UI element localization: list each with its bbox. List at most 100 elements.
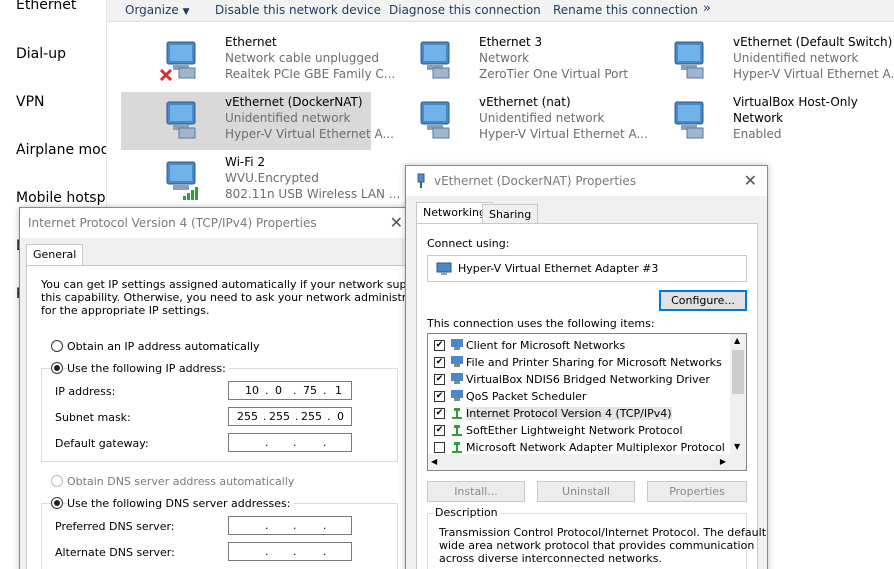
vertical-scrollbar[interactable]: ▲ ▼ <box>730 334 746 455</box>
sidebar-item-ethernet[interactable]: Ethernet <box>16 0 76 13</box>
rename-button[interactable]: Rename this connection <box>553 3 698 17</box>
network-plug-icon <box>417 173 425 188</box>
intro-text: You can get IP settings assigned automat… <box>41 278 435 291</box>
adapter-box: Hyper-V Virtual Ethernet Adapter #3 <box>427 255 747 282</box>
close-icon[interactable]: ✕ <box>744 171 757 190</box>
diagnose-button[interactable]: Diagnose this connection <box>389 3 541 17</box>
disable-device-button[interactable]: Disable this network device <box>215 3 381 17</box>
adapter-name: Ethernet 3 <box>479 35 543 49</box>
auto-ip-label: Obtain an IP address automatically <box>67 340 260 353</box>
manual-dns-radio[interactable] <box>51 497 63 509</box>
sidebar-item-hotspot[interactable]: Mobile hotspo <box>16 190 114 206</box>
general-panel: You can get IP settings assigned automat… <box>26 265 435 569</box>
network-adapter-icon <box>166 101 196 139</box>
list-item[interactable]: ✔ Internet Protocol Version 4 (TCP/IPv4) <box>434 405 724 422</box>
item-label: Internet Protocol Version 4 (TCP/IPv4) <box>466 407 672 420</box>
default-gateway-label: Default gateway: <box>55 437 149 450</box>
adapter-device: Enabled <box>733 127 782 141</box>
subnet-mask-field[interactable]: 255. 255. 255. 0 <box>228 407 352 426</box>
ip-address-label: IP address: <box>55 385 116 398</box>
manual-ip-radio[interactable] <box>51 362 63 374</box>
network-adapter-icon <box>674 41 704 79</box>
auto-ip-radio[interactable] <box>51 340 63 352</box>
adapter-status: Unidentified network <box>479 111 605 125</box>
auto-dns-radio[interactable] <box>51 475 63 487</box>
chevron-left-icon[interactable]: ◀ <box>431 457 437 466</box>
intro-text: for the appropriate IP settings. <box>41 304 210 317</box>
adapter-name: vEthernet (Default Switch) <box>733 35 893 49</box>
command-bar: Organize ▼ Disable this network device D… <box>107 0 894 22</box>
dialog-title: Internet Protocol Version 4 (TCP/IPv4) P… <box>28 216 317 230</box>
item-checkbox[interactable]: ✔ <box>434 374 445 385</box>
item-label: Client for Microsoft Networks <box>466 339 626 352</box>
wifi-adapter-icon <box>166 161 198 200</box>
item-label: Microsoft Network Adapter Multiplexor Pr… <box>466 441 725 454</box>
more-commands-button[interactable]: » <box>703 1 711 16</box>
ipv4-properties-dialog: Internet Protocol Version 4 (TCP/IPv4) P… <box>19 207 435 569</box>
adapter-name: VirtualBox Host-Only <box>733 95 858 109</box>
uninstall-button[interactable]: Uninstall <box>537 481 635 502</box>
tab-general[interactable]: General <box>26 244 84 266</box>
install-button[interactable]: Install... <box>427 481 525 502</box>
list-item[interactable]: ✔ QoS Packet Scheduler <box>434 388 724 405</box>
alternate-dns-field[interactable]: . . . <box>228 542 352 561</box>
adapter-ethernet[interactable]: Ethernet Network cable unplugged Realtek… <box>121 32 395 90</box>
items-label: This connection uses the following items… <box>427 317 655 330</box>
service-icon <box>451 390 463 401</box>
tab-sharing[interactable]: Sharing <box>482 204 539 224</box>
item-checkbox[interactable]: ✔ <box>434 425 445 436</box>
service-icon <box>451 373 463 384</box>
protocol-icon <box>452 425 462 436</box>
protocol-icon <box>452 442 462 453</box>
manual-ip-label: Use the following IP address: <box>67 362 229 375</box>
horizontal-scrollbar[interactable]: ◀ ▶ <box>428 454 746 470</box>
chevron-down-icon[interactable]: ▼ <box>734 442 740 451</box>
networking-panel: Connect using: Hyper-V Virtual Ethernet … <box>416 223 766 569</box>
organize-button[interactable]: Organize ▼ <box>125 3 190 17</box>
description-label: Description <box>433 506 500 519</box>
dialog-titlebar: Internet Protocol Version 4 (TCP/IPv4) P… <box>20 208 413 238</box>
adapter-name: Hyper-V Virtual Ethernet Adapter #3 <box>458 262 659 275</box>
list-item[interactable]: ✔ Client for Microsoft Networks <box>434 337 724 354</box>
list-item[interactable]: ✔ SoftEther Lightweight Network Protocol <box>434 422 724 439</box>
description-text: Transmission Control Protocol/Internet P… <box>439 526 767 539</box>
item-checkbox[interactable]: ✔ <box>434 391 445 402</box>
adapter-vethernet-nat[interactable]: vEthernet (nat) Unidentified network Hyp… <box>375 92 648 150</box>
adapter-wifi-2[interactable]: Wi-Fi 2 WVU.Encrypted 802.11n USB Wirele… <box>121 152 400 210</box>
dialog-titlebar: vEthernet (DockerNAT) Properties ✕ <box>406 166 767 196</box>
adapter-status: Network <box>733 111 784 125</box>
list-item[interactable]: ✔ File and Printer Sharing for Microsoft… <box>434 354 724 371</box>
adapter-status: Network cable unplugged <box>225 51 380 65</box>
ip-address-field[interactable]: 10. 0. 75. 1 <box>228 381 352 400</box>
connect-using-label: Connect using: <box>427 237 510 250</box>
item-checkbox[interactable]: ✔ <box>434 408 445 419</box>
close-icon[interactable]: ✕ <box>390 213 403 232</box>
adapter-name: Ethernet <box>225 35 277 49</box>
scrollbar-thumb[interactable] <box>732 350 744 394</box>
adapter-name: Wi-Fi 2 <box>225 155 266 169</box>
preferred-dns-field[interactable]: . . . <box>228 516 352 535</box>
list-item[interactable]: ✔ VirtualBox NDIS6 Bridged Networking Dr… <box>434 371 724 388</box>
adapter-name: vEthernet (nat) <box>479 95 571 109</box>
properties-button[interactable]: Properties <box>647 481 747 502</box>
adapter-status: WVU.Encrypted <box>225 171 319 185</box>
adapter-vethernet-dockernat[interactable]: vEthernet (DockerNAT) Unidentified netwo… <box>121 92 394 150</box>
adapter-vethernet-default-switch[interactable]: vEthernet (Default Switch) Unidentified … <box>629 32 894 90</box>
adapter-device: Realtek PCIe GBE Family C... <box>225 67 396 81</box>
description-text: wide area network protocol that provides… <box>439 539 755 552</box>
adapter-virtualbox-host-only[interactable]: VirtualBox Host-Only Network Enabled <box>629 92 879 150</box>
sidebar-item-dialup[interactable]: Dial-up <box>16 46 66 62</box>
adapter-ethernet-3[interactable]: Ethernet 3 Network ZeroTier One Virtual … <box>375 32 628 90</box>
default-gateway-field[interactable]: . . . <box>228 433 352 452</box>
sidebar-item-airplane[interactable]: Airplane mod <box>16 142 110 158</box>
configure-button[interactable]: Configure... <box>659 290 747 311</box>
components-list[interactable]: ✔ Client for Microsoft Networks ✔ File a… <box>427 333 747 471</box>
item-checkbox[interactable]: ✔ <box>434 340 445 351</box>
sidebar-item-vpn[interactable]: VPN <box>16 94 45 110</box>
item-checkbox[interactable] <box>434 442 445 453</box>
chevron-right-icon[interactable]: ▶ <box>720 457 726 466</box>
item-checkbox[interactable]: ✔ <box>434 357 445 368</box>
subnet-mask-label: Subnet mask: <box>55 411 131 424</box>
auto-dns-label: Obtain DNS server address automatically <box>67 475 295 488</box>
chevron-up-icon[interactable]: ▲ <box>734 336 740 345</box>
